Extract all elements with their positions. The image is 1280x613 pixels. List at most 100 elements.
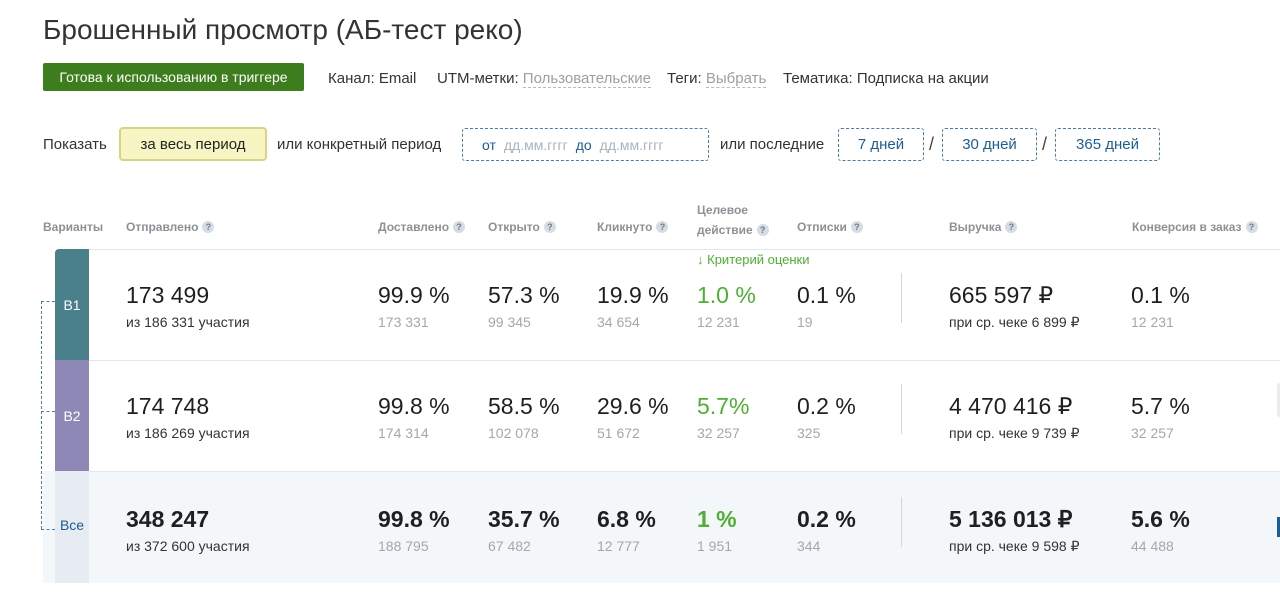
to-date-field[interactable]: дд.мм.гггг bbox=[600, 137, 664, 153]
last-7-days-button[interactable]: 7 дней bbox=[838, 128, 924, 161]
unsub-sub: 344 bbox=[797, 538, 821, 554]
tags-info: Теги: Выбрать bbox=[667, 70, 767, 88]
help-icon[interactable]: ? bbox=[850, 221, 863, 233]
opened-sub: 67 482 bbox=[488, 538, 531, 554]
topic-info: Тематика: Подписка на акции bbox=[783, 70, 989, 87]
last-30-days-button[interactable]: 30 дней bbox=[942, 128, 1037, 161]
revenue-value: 665 597 ₽ bbox=[949, 282, 1054, 308]
page-title: Брошенный просмотр (АБ-тест реко) bbox=[43, 14, 523, 45]
column-divider bbox=[901, 497, 902, 547]
column-divider bbox=[901, 384, 902, 434]
status-badge: Готова к использованию в триггере bbox=[43, 63, 304, 91]
all-period-button[interactable]: за весь период bbox=[119, 127, 267, 161]
date-range-input[interactable]: от дд.мм.гггг до дд.мм.гггг bbox=[462, 128, 709, 161]
revenue-value: 4 470 416 ₽ bbox=[949, 393, 1073, 419]
delivered-value: 99.8 % bbox=[378, 506, 450, 532]
conversion-value: 5.6 % bbox=[1131, 506, 1190, 532]
target-sub: 12 231 bbox=[697, 314, 740, 330]
utm-info: UTM-метки: Пользовательские bbox=[437, 70, 651, 88]
arrow-down-icon: ↓ bbox=[697, 252, 704, 267]
opened-value: 57.3 % bbox=[488, 282, 560, 308]
unsub-sub: 19 bbox=[797, 314, 813, 330]
header-conversion: Конверсия в заказ? bbox=[1132, 220, 1258, 234]
unsub-value: 0.1 % bbox=[797, 282, 856, 308]
column-divider bbox=[901, 273, 902, 323]
last-365-days-button[interactable]: 365 дней bbox=[1055, 128, 1160, 161]
header-clicked: Кликнуто? bbox=[597, 220, 669, 234]
delivered-sub: 188 795 bbox=[378, 538, 429, 554]
divider bbox=[89, 471, 1280, 472]
conversion-sub: 32 257 bbox=[1131, 425, 1174, 441]
divider bbox=[89, 249, 1280, 250]
variant-tag-b1[interactable]: B1 bbox=[55, 249, 89, 360]
delivered-value: 99.9 % bbox=[378, 282, 450, 308]
utm-link[interactable]: Пользовательские bbox=[522, 70, 651, 88]
target-value: 1.0 % bbox=[697, 282, 756, 308]
header-sent: Отправлено? bbox=[126, 220, 215, 234]
target-value: 1 % bbox=[697, 506, 737, 532]
delivered-sub: 173 331 bbox=[378, 314, 429, 330]
revenue-sub: при ср. чеке 9 739 ₽ bbox=[949, 425, 1080, 441]
help-icon[interactable]: ? bbox=[453, 221, 466, 233]
conversion-value: 0.1 % bbox=[1131, 282, 1190, 308]
sent-value: 174 748 bbox=[126, 393, 210, 419]
opened-value: 35.7 % bbox=[488, 506, 560, 532]
tags-link[interactable]: Выбрать bbox=[705, 70, 767, 88]
channel-label: Канал: bbox=[328, 70, 375, 87]
separator: / bbox=[929, 134, 935, 154]
total-row-background bbox=[43, 471, 1280, 583]
show-label: Показать bbox=[43, 136, 107, 153]
header-opened: Открыто? bbox=[488, 220, 556, 234]
from-date-field[interactable]: дд.мм.гггг bbox=[504, 137, 568, 153]
help-icon[interactable]: ? bbox=[756, 224, 769, 236]
topic-value: Подписка на акции bbox=[856, 70, 989, 87]
channel-info: Канал: Email bbox=[328, 70, 416, 87]
help-icon[interactable]: ? bbox=[1245, 221, 1258, 233]
clicked-value: 6.8 % bbox=[597, 506, 656, 532]
variant-tag-all[interactable]: Все bbox=[55, 471, 89, 583]
conversion-sub: 12 231 bbox=[1131, 314, 1174, 330]
variant-bracket bbox=[41, 301, 42, 529]
clicked-value: 19.9 % bbox=[597, 282, 669, 308]
bracket-tick bbox=[41, 301, 55, 302]
sent-sub: из 186 269 участия bbox=[126, 425, 250, 441]
sent-sub: из 372 600 участия bbox=[126, 538, 250, 554]
divider bbox=[89, 360, 1280, 361]
bracket-tick bbox=[41, 529, 55, 530]
channel-value: Email bbox=[378, 70, 417, 87]
help-icon[interactable]: ? bbox=[656, 221, 669, 233]
target-value: 5.7% bbox=[697, 393, 750, 419]
topic-label: Тематика: bbox=[783, 70, 853, 87]
opened-sub: 102 078 bbox=[488, 425, 539, 441]
specific-period-label: или конкретный период bbox=[277, 136, 442, 153]
tags-label: Теги: bbox=[667, 70, 702, 87]
header-delivered: Доставлено? bbox=[378, 220, 466, 234]
to-label: до bbox=[575, 136, 592, 153]
header-variants: Варианты bbox=[43, 220, 104, 234]
unsub-value: 0.2 % bbox=[797, 506, 856, 532]
target-sub: 1 951 bbox=[697, 538, 733, 554]
clicked-sub: 51 672 bbox=[597, 425, 640, 441]
clicked-sub: 12 777 bbox=[597, 538, 640, 554]
opened-sub: 99 345 bbox=[488, 314, 531, 330]
last-label: или последние bbox=[720, 136, 825, 153]
separator: / bbox=[1042, 134, 1048, 154]
help-icon[interactable]: ? bbox=[543, 221, 556, 233]
conversion-value: 5.7 % bbox=[1131, 393, 1190, 419]
target-sub: 32 257 bbox=[697, 425, 740, 441]
help-icon[interactable]: ? bbox=[202, 221, 215, 233]
sent-sub: из 186 331 участия bbox=[126, 314, 250, 330]
sent-value: 173 499 bbox=[126, 282, 210, 308]
delivered-sub: 174 314 bbox=[378, 425, 429, 441]
help-icon[interactable]: ? bbox=[1005, 221, 1018, 233]
header-unsubscribes: Отписки? bbox=[797, 220, 863, 234]
header-revenue: Выручка? bbox=[949, 220, 1018, 234]
opened-value: 58.5 % bbox=[488, 393, 560, 419]
criterion-label: ↓ Критерий оценки bbox=[697, 252, 810, 267]
variant-tag-b2[interactable]: B2 bbox=[55, 360, 89, 471]
bracket-tick bbox=[41, 411, 55, 412]
from-label: от bbox=[482, 136, 496, 153]
revenue-sub: при ср. чеке 9 598 ₽ bbox=[949, 538, 1080, 554]
clicked-value: 29.6 % bbox=[597, 393, 669, 419]
sent-value: 348 247 bbox=[126, 506, 210, 532]
